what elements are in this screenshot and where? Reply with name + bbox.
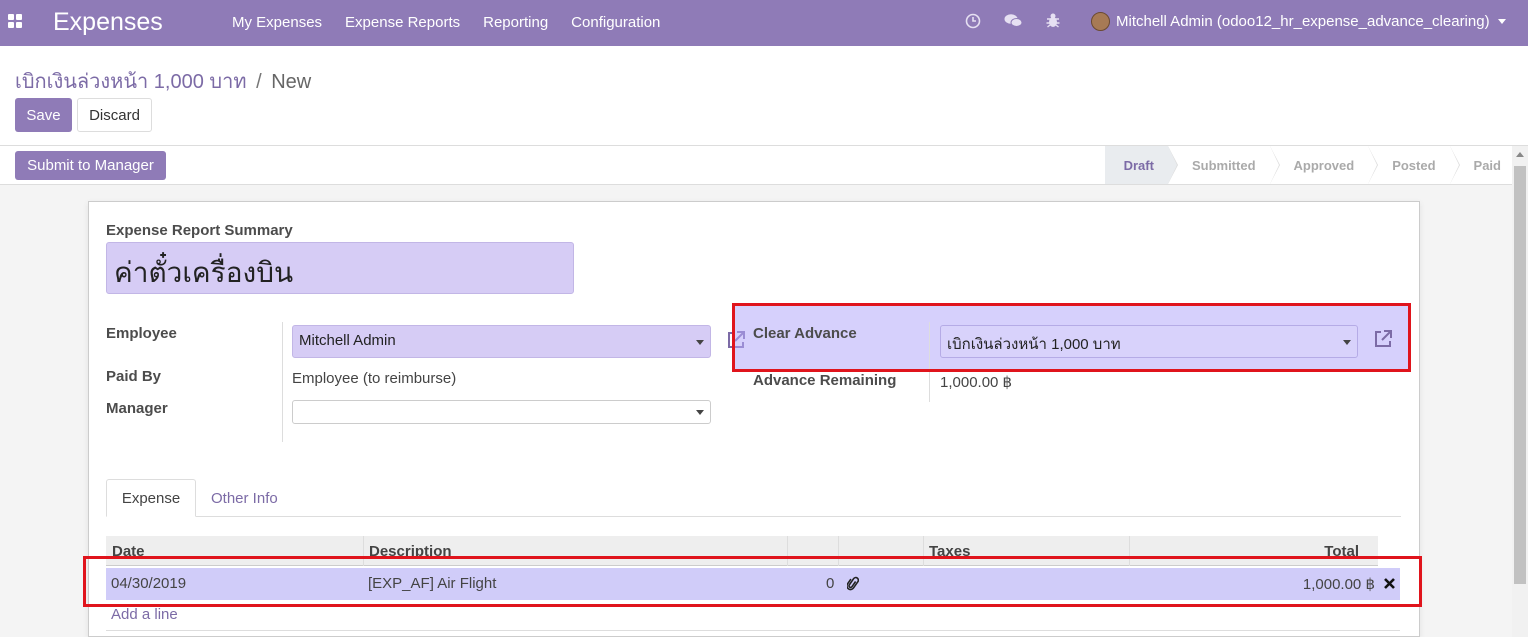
main-menu: My Expenses Expense Reports Reporting Co… [232, 14, 683, 31]
stage-submitted[interactable]: Submitted [1167, 146, 1280, 184]
apps-icon[interactable] [8, 14, 22, 28]
paid-by-value: Employee (to reimburse) [292, 370, 457, 387]
tab-expense[interactable]: Expense [106, 479, 196, 517]
save-button[interactable]: Save [15, 98, 72, 132]
notebook-tabs: Expense Other Info [106, 479, 1401, 517]
breadcrumb-current: New [271, 71, 312, 93]
chevron-down-icon [696, 339, 704, 345]
chevron-down-icon [1497, 19, 1506, 24]
manager-label: Manager [106, 400, 168, 417]
summary-input[interactable]: ค่าตั๋วเครื่องบิน [106, 242, 574, 294]
top-navbar: Expenses My Expenses Expense Reports Rep… [0, 0, 1528, 46]
user-name: Mitchell Admin (odoo12_hr_expense_advanc… [1116, 13, 1490, 30]
annotation-box [732, 303, 1411, 372]
status-bar: Submit to Manager Draft Submitted Approv… [0, 146, 1528, 185]
menu-reporting[interactable]: Reporting [483, 14, 548, 31]
chevron-down-icon [696, 410, 704, 415]
scrollbar-thumb[interactable] [1514, 166, 1526, 584]
employee-value: Mitchell Admin [299, 332, 396, 349]
employee-select[interactable]: Mitchell Admin [292, 325, 711, 358]
stage-draft[interactable]: Draft [1104, 146, 1179, 184]
summary-label: Expense Report Summary [106, 222, 293, 239]
user-menu[interactable]: Mitchell Admin (odoo12_hr_expense_advanc… [1091, 12, 1506, 31]
stage-posted[interactable]: Posted [1368, 146, 1460, 184]
chat-icon[interactable] [1004, 13, 1023, 29]
menu-my-expenses[interactable]: My Expenses [232, 14, 322, 31]
scroll-up-icon[interactable] [1516, 152, 1524, 157]
menu-expense-reports[interactable]: Expense Reports [345, 14, 460, 31]
tab-other-info[interactable]: Other Info [211, 479, 278, 517]
manager-select[interactable] [292, 400, 711, 424]
breadcrumb: เบิกเงินล่วงหน้า 1,000 บาท / New [15, 65, 311, 97]
avatar [1091, 12, 1110, 31]
clock-icon[interactable] [965, 13, 981, 29]
breadcrumb-parent[interactable]: เบิกเงินล่วงหน้า 1,000 บาท [15, 71, 247, 93]
paid-by-label: Paid By [106, 368, 162, 385]
stage-pipeline: Draft Submitted Approved Posted Paid [1104, 146, 1515, 184]
table-bottom-divider [106, 630, 1400, 631]
app-title: Expenses [53, 8, 163, 36]
employee-label: Employee [106, 325, 177, 342]
annotation-box [83, 556, 1422, 607]
advance-remaining-value: 1,000.00 ฿ [940, 374, 1013, 391]
menu-configuration[interactable]: Configuration [571, 14, 660, 31]
vertical-scrollbar[interactable] [1512, 146, 1528, 637]
discard-button[interactable]: Discard [77, 98, 152, 132]
advance-remaining-label: Advance Remaining [753, 372, 897, 389]
field-divider [282, 322, 283, 442]
submit-to-manager-button[interactable]: Submit to Manager [15, 151, 166, 180]
stage-approved[interactable]: Approved [1269, 146, 1378, 184]
breadcrumb-separator: / [256, 71, 262, 93]
add-a-line-link[interactable]: Add a line [111, 606, 178, 623]
bug-icon[interactable] [1046, 12, 1060, 29]
